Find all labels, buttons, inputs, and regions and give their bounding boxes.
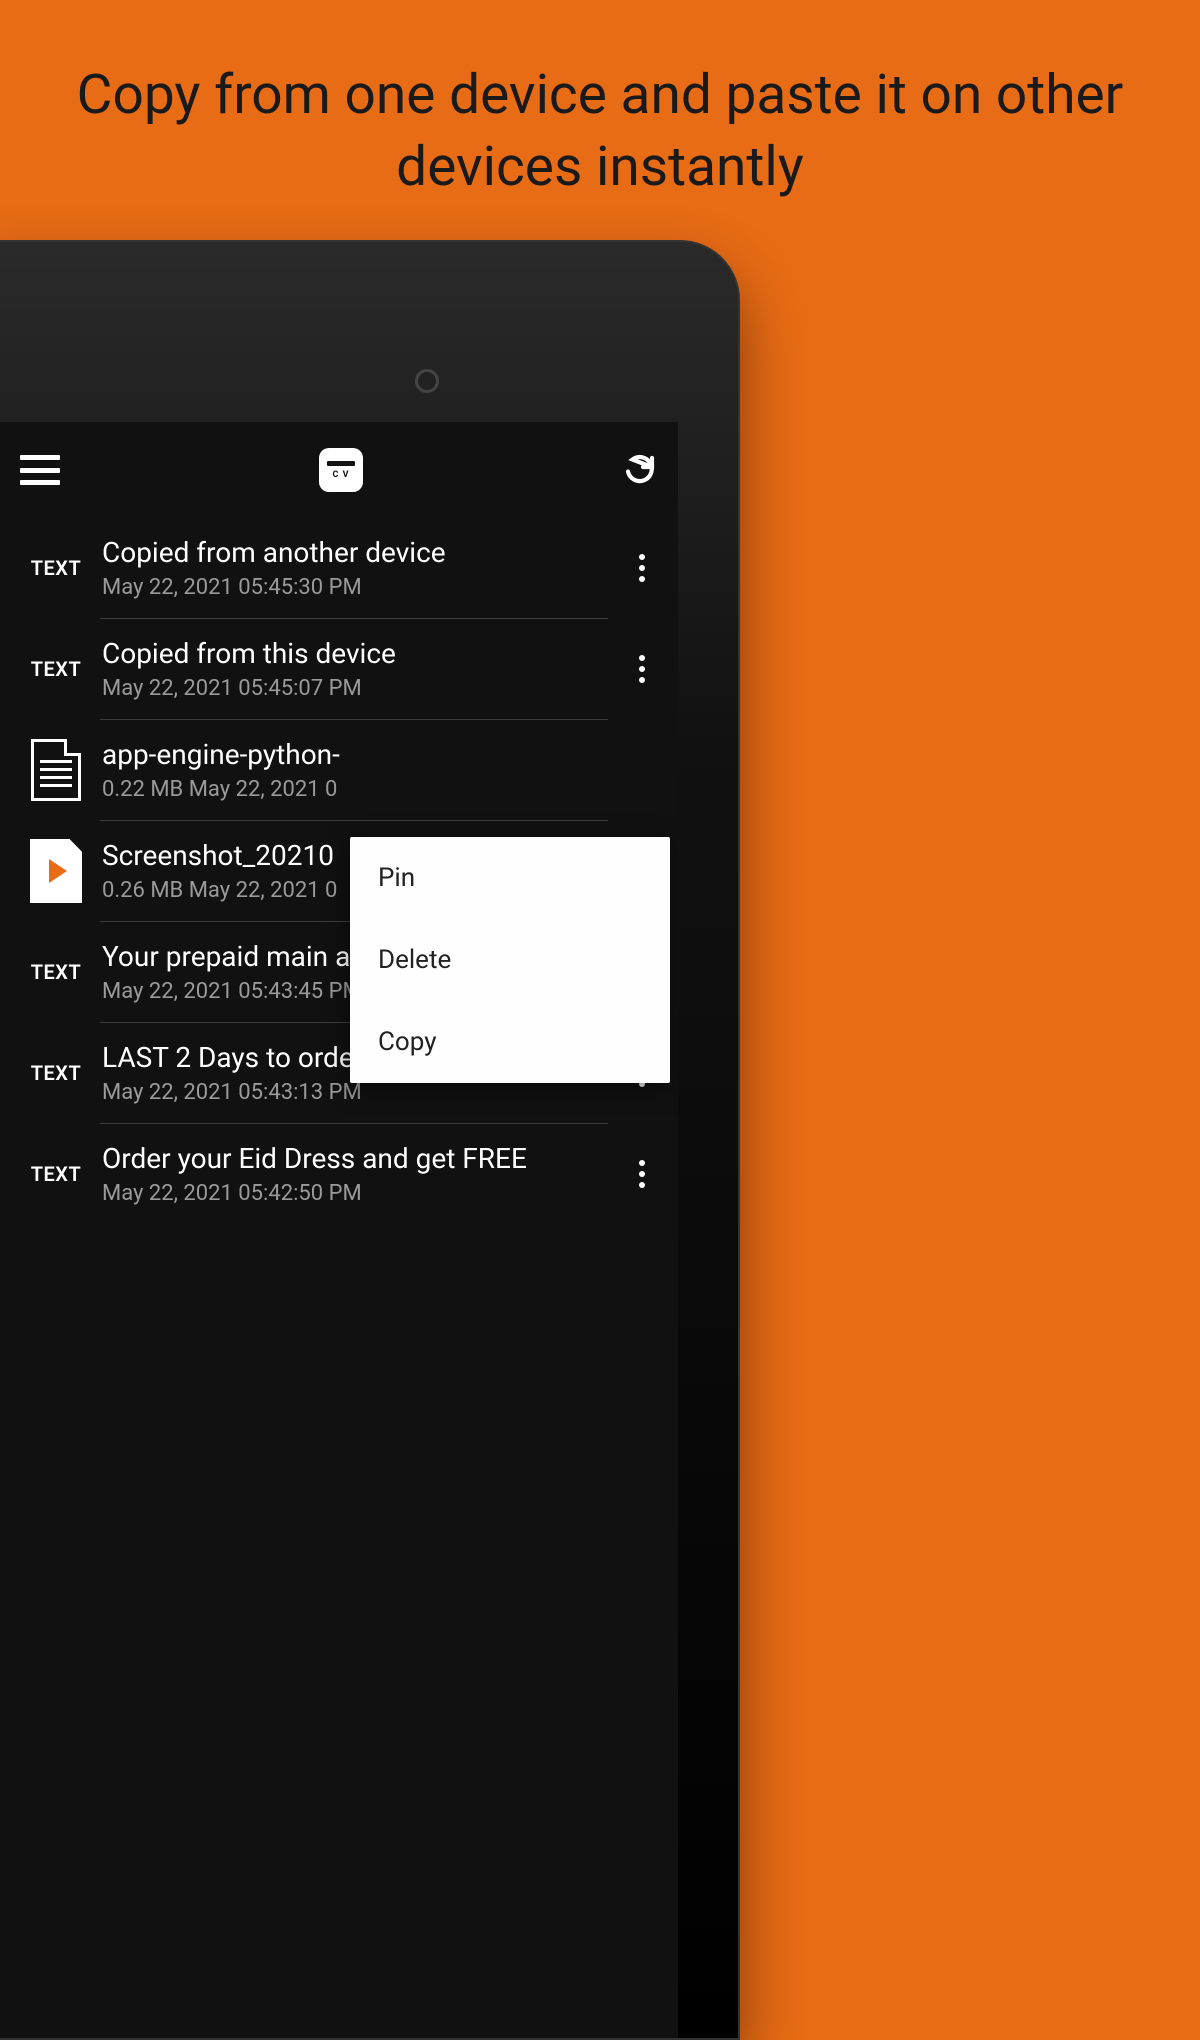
- media-file-icon: [30, 839, 82, 903]
- item-title: Order your Eid Dress and get FREE: [102, 1142, 622, 1175]
- overflow-menu-icon[interactable]: [622, 546, 662, 590]
- pin-action[interactable]: Pin: [350, 837, 670, 919]
- list-item[interactable]: TEXT Copied from this device May 22, 202…: [0, 619, 678, 719]
- device-camera: [415, 369, 439, 393]
- item-body: app-engine-python- 0.22 MB May 22, 2021 …: [92, 738, 622, 802]
- delete-action[interactable]: Delete: [350, 919, 670, 1001]
- app-logo-icon: C V: [319, 448, 363, 492]
- item-title: app-engine-python-: [102, 738, 622, 771]
- overflow-menu-icon[interactable]: [622, 647, 662, 691]
- item-title: Copied from this device: [102, 637, 622, 670]
- promo-headline: Copy from one device and paste it on oth…: [0, 0, 1200, 243]
- type-badge: [20, 739, 92, 801]
- list-item[interactable]: TEXT Order your Eid Dress and get FREE M…: [0, 1124, 678, 1224]
- item-body: Copied from this device May 22, 2021 05:…: [92, 637, 622, 701]
- item-subtitle: May 22, 2021 05:43:13 PM: [102, 1080, 622, 1105]
- type-badge: TEXT: [20, 556, 92, 580]
- type-badge: TEXT: [20, 960, 92, 984]
- item-subtitle: May 22, 2021 05:45:30 PM: [102, 575, 622, 600]
- app-screen: C V TEXT Copied from another device May …: [0, 422, 678, 2038]
- context-menu: Pin Delete Copy: [350, 837, 670, 1083]
- item-title: Copied from another device: [102, 536, 622, 569]
- list-item[interactable]: app-engine-python- 0.22 MB May 22, 2021 …: [0, 720, 678, 820]
- type-badge: TEXT: [20, 1061, 92, 1085]
- type-badge: TEXT: [20, 1162, 92, 1186]
- item-body: Order your Eid Dress and get FREE May 22…: [92, 1142, 622, 1206]
- refresh-icon[interactable]: [622, 452, 658, 488]
- list-item[interactable]: TEXT Copied from another device May 22, …: [0, 518, 678, 618]
- menu-icon[interactable]: [20, 455, 60, 485]
- type-badge: TEXT: [20, 657, 92, 681]
- overflow-menu-icon[interactable]: [622, 1152, 662, 1196]
- item-subtitle: May 22, 2021 05:42:50 PM: [102, 1181, 622, 1206]
- type-badge: [20, 839, 92, 903]
- item-body: Copied from another device May 22, 2021 …: [92, 536, 622, 600]
- device-frame: C V TEXT Copied from another device May …: [0, 240, 740, 2040]
- item-subtitle: May 22, 2021 05:45:07 PM: [102, 676, 622, 701]
- document-icon: [31, 739, 81, 801]
- play-icon: [49, 859, 67, 883]
- copy-action[interactable]: Copy: [350, 1001, 670, 1083]
- app-bar: C V: [0, 422, 678, 518]
- item-subtitle: 0.22 MB May 22, 2021 0: [102, 777, 622, 802]
